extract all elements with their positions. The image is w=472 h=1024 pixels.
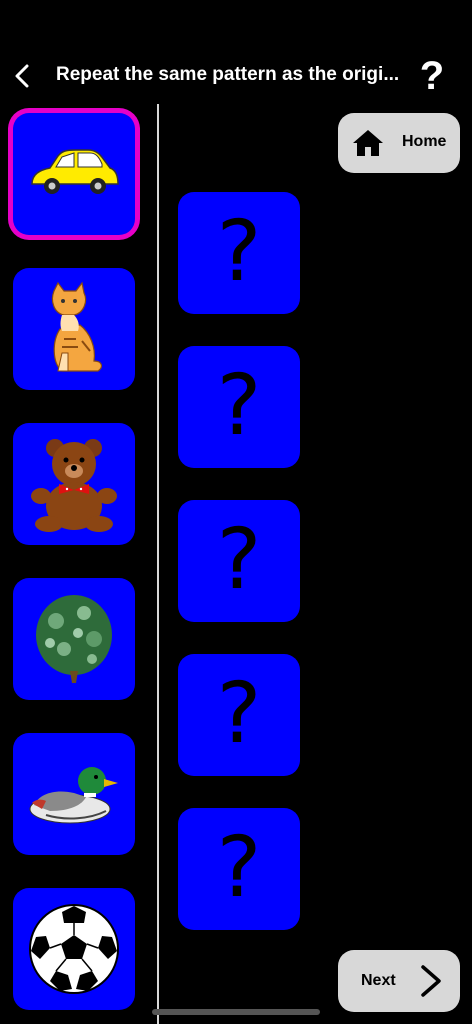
home-indicator (152, 1009, 320, 1015)
home-button-label: Home (402, 133, 447, 150)
home-icon (353, 130, 383, 156)
help-button[interactable]: ? (412, 52, 452, 100)
answer-slot-2[interactable]: ? (178, 346, 300, 468)
answer-slot-4[interactable]: ? (178, 654, 300, 776)
answer-slot-1[interactable]: ? (178, 192, 300, 314)
chevron-right-icon (421, 965, 441, 997)
back-button[interactable] (8, 58, 36, 94)
tile-cat[interactable] (13, 268, 135, 390)
next-button[interactable]: Next (338, 950, 460, 1012)
tile-tree[interactable] (13, 578, 135, 700)
page-title: Repeat the same pattern as the origi... (56, 64, 400, 85)
slot-question-mark: ? (216, 818, 262, 916)
column-divider (157, 104, 159, 1024)
tile-soccer-ball[interactable] (13, 888, 135, 1010)
next-button-label: Next (361, 972, 396, 989)
answer-slot-5[interactable]: ? (178, 808, 300, 930)
chevron-left-icon (15, 64, 29, 88)
tree-icon (36, 595, 112, 683)
header-bar: Repeat the same pattern as the origi... … (0, 52, 472, 102)
tile-teddy-bear[interactable] (13, 423, 135, 545)
duck-icon (29, 767, 118, 824)
tile-duck[interactable] (13, 733, 135, 855)
answer-slot-3[interactable]: ? (178, 500, 300, 622)
car-icon (31, 149, 119, 194)
slot-question-mark: ? (216, 202, 262, 300)
slot-question-mark: ? (216, 664, 262, 762)
question-mark-icon: ? (419, 54, 445, 98)
soccer-ball-icon (29, 904, 119, 994)
tile-car[interactable] (13, 113, 135, 235)
slot-question-mark: ? (216, 356, 262, 454)
slot-question-mark: ? (216, 510, 262, 608)
cat-icon (51, 281, 103, 372)
home-button[interactable]: Home (338, 113, 460, 173)
teddy-bear-icon (31, 439, 117, 532)
